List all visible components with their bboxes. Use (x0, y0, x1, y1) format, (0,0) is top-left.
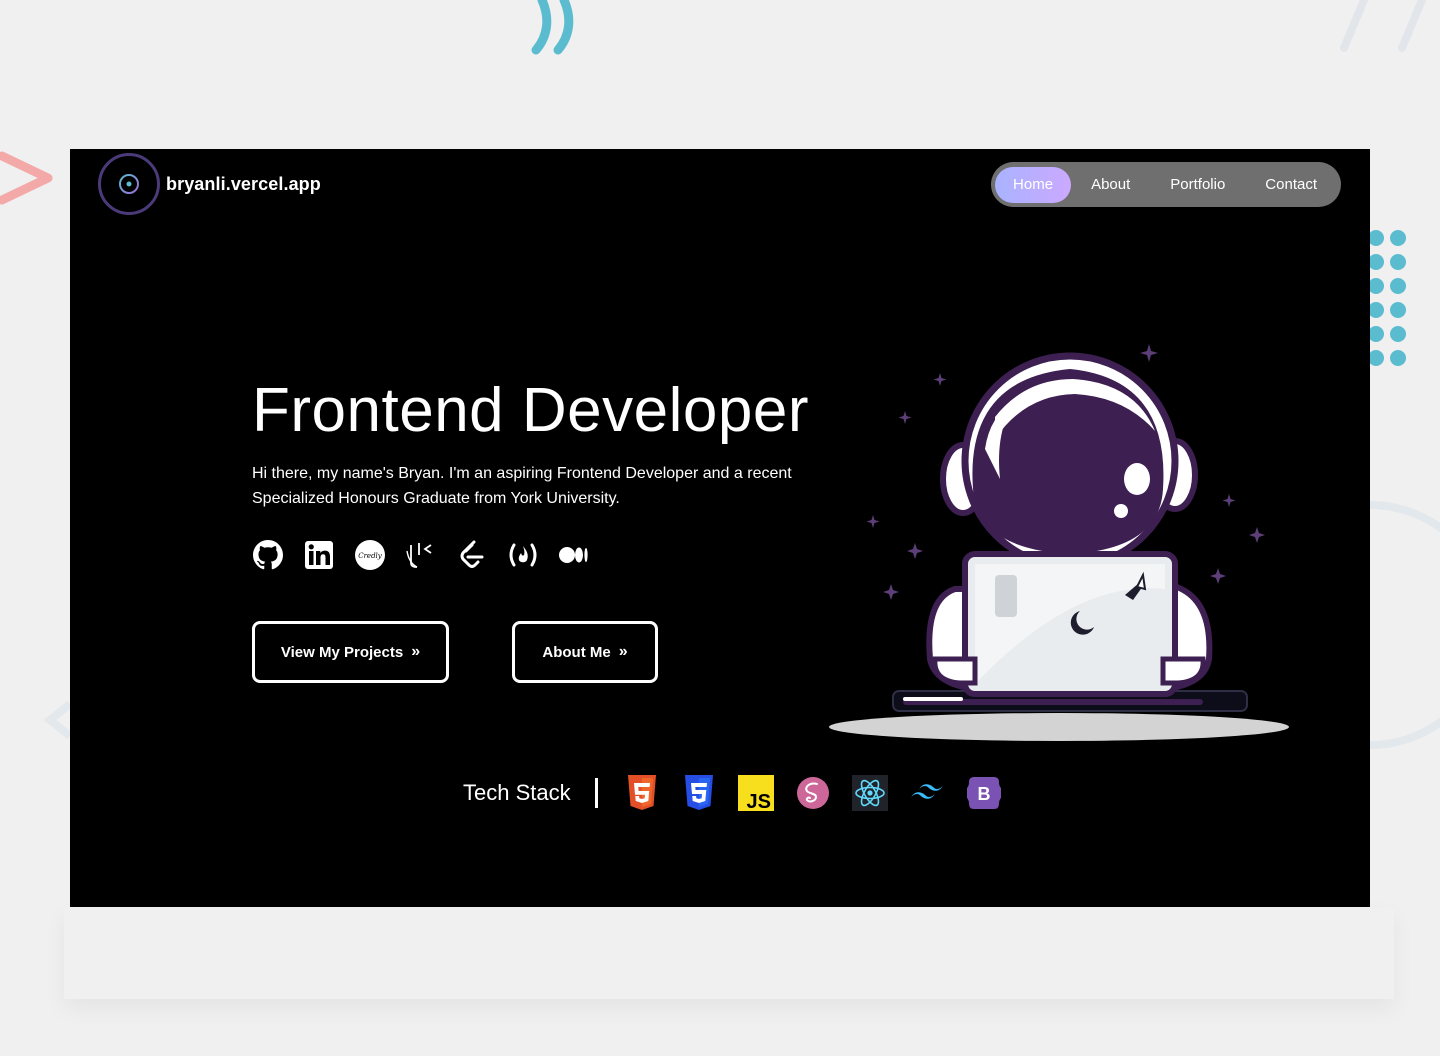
page: bryanli.vercel.app Home About Portfolio … (0, 0, 1440, 1056)
deco-slashes-icon (1340, 0, 1426, 52)
freecodecamp-icon[interactable] (507, 539, 539, 571)
bootstrap-mark: B (977, 784, 990, 804)
site-name: bryanli.vercel.app (166, 173, 321, 194)
tech-stack: Tech Stack JS B (463, 775, 1023, 811)
tech-stack-label: Tech Stack (463, 780, 571, 805)
nav-portfolio[interactable]: Portfolio (1150, 167, 1245, 203)
linkedin-icon[interactable] (303, 539, 335, 571)
chevron-double-right-icon: » (618, 643, 628, 660)
nav-about[interactable]: About (1071, 167, 1150, 203)
medium-icon[interactable] (558, 539, 590, 571)
site-hero-section: bryanli.vercel.app Home About Portfolio … (70, 149, 1370, 907)
about-me-button[interactable]: About Me » (512, 621, 658, 683)
deco-quote-marks-icon (531, 0, 574, 55)
nav-home[interactable]: Home (995, 166, 1072, 203)
view-projects-label: View My Projects (280, 643, 404, 661)
bootstrap-icon: B (966, 775, 1002, 811)
social-links: Credly (252, 539, 609, 571)
logo-ring-icon (98, 153, 160, 215)
tailwind-icon (909, 775, 945, 811)
about-me-label: About Me (542, 643, 611, 661)
leetcode-icon[interactable] (456, 539, 488, 571)
deco-chevron-icon (0, 151, 53, 205)
credly-icon[interactable]: Credly (354, 539, 386, 571)
nav-contact[interactable]: Contact (1245, 167, 1337, 203)
javascript-mark: JS (746, 791, 770, 811)
astronaut-laptop-illustration (829, 344, 1289, 741)
deco-circle-outline-icon (1369, 501, 1440, 749)
view-projects-button[interactable]: View My Projects » (252, 621, 449, 683)
deco-dot-grid-icon (1368, 230, 1406, 366)
kattis-icon[interactable] (405, 539, 437, 571)
credly-mark: Credly (358, 552, 383, 560)
javascript-icon: JS (737, 775, 774, 811)
html5-icon (624, 775, 660, 811)
github-icon[interactable] (252, 539, 284, 571)
react-icon (851, 775, 888, 811)
hero-title: Frontend Developer (252, 376, 809, 445)
chevron-double-right-icon: » (411, 643, 421, 660)
hero-description: Hi there, my name's Bryan. I'm an aspiri… (252, 465, 792, 507)
site-logo[interactable]: bryanli.vercel.app (98, 153, 321, 215)
tech-stack-divider (594, 778, 598, 808)
sass-icon (795, 775, 831, 811)
next-section (64, 907, 1394, 999)
main-nav: Home About Portfolio Contact (991, 162, 1341, 207)
css3-icon (681, 775, 717, 811)
